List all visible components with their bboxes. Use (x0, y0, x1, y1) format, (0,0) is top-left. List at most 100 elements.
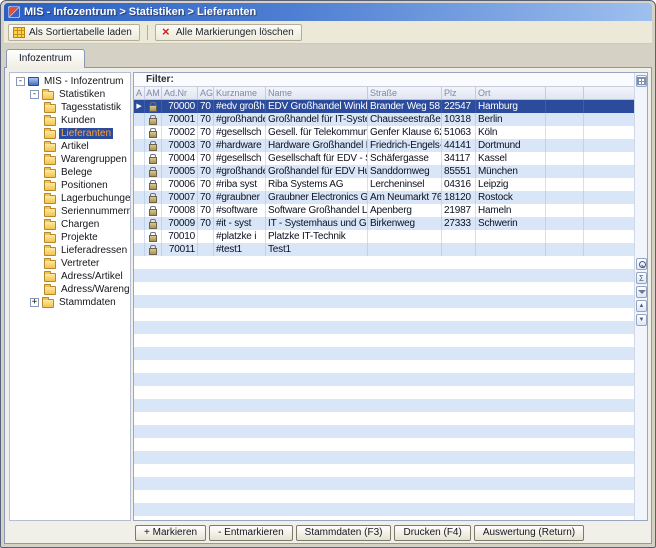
cell-ort: Dortmund (476, 139, 546, 152)
entmarkieren-button[interactable]: - Entmarkieren (209, 525, 293, 541)
column-header-a[interactable]: A (134, 87, 145, 99)
row-pointer-icon (136, 100, 141, 113)
cell-blank (546, 152, 584, 165)
column-header-kurzname[interactable]: Kurzname (214, 87, 266, 99)
table-row[interactable]: 7000070#edv großhEDV Großhandel Winkler … (134, 100, 634, 113)
column-chooser-icon[interactable] (636, 75, 647, 87)
tree-item-seriennummern[interactable]: Seriennummern (10, 205, 130, 218)
table-row[interactable]: 7000670#riba systRiba Systems AGLercheni… (134, 178, 634, 191)
scroll-up-icon[interactable] (636, 300, 647, 312)
tree-item-kunden[interactable]: Kunden (10, 114, 130, 127)
column-header-ag[interactable]: AG (198, 87, 214, 99)
tree-item-artikel[interactable]: Artikel (10, 140, 130, 153)
column-header-adnr[interactable]: Ad.Nr (162, 87, 198, 99)
column-header-ort[interactable]: Ort (476, 87, 546, 99)
cell-ort: Rostock (476, 191, 546, 204)
tree-item-lieferadressen[interactable]: Lieferadressen (10, 244, 130, 257)
tree-expander-icon[interactable]: - (30, 90, 39, 99)
table-row[interactable]: 7000470#gesellschGesellschaft für EDV - … (134, 152, 634, 165)
row-lock-cell (145, 126, 162, 139)
scroll-down-icon[interactable] (636, 314, 647, 326)
search-icon[interactable] (636, 258, 647, 270)
tree-item-lieferanten[interactable]: Lieferanten (10, 127, 130, 140)
row-indicator-cell (134, 165, 145, 178)
column-header-strasse[interactable]: Straße (368, 87, 442, 99)
tree-item-adress-artikel[interactable]: Adress/Artikel (10, 270, 130, 283)
clear-marks-button[interactable]: Alle Markierungen löschen (155, 24, 302, 41)
cell-strasse: Brander Weg 58 (368, 100, 442, 113)
tree-item-statistiken[interactable]: -Statistiken (10, 88, 130, 101)
cell-ag: 70 (198, 113, 214, 126)
tree-expander-icon[interactable]: - (16, 77, 25, 86)
tree-item-belege[interactable]: Belege (10, 166, 130, 179)
tree-item-positionen[interactable]: Positionen (10, 179, 130, 192)
folder-icon (44, 143, 56, 152)
row-lock-cell (145, 230, 162, 243)
tree-item-stammdaten[interactable]: +Stammdaten (10, 296, 130, 309)
auswertung-button[interactable]: Auswertung (Return) (474, 525, 584, 541)
tree-item-tagesstatistik[interactable]: Tagesstatistik (10, 101, 130, 114)
row-lock-cell (145, 178, 162, 191)
cell-plz: 21987 (442, 204, 476, 217)
tab-label: Infozentrum (19, 53, 72, 64)
row-indicator-cell (134, 139, 145, 152)
lock-icon (149, 141, 157, 151)
grid-empty-row (134, 412, 634, 425)
filter-icon[interactable] (636, 286, 647, 298)
sum-icon[interactable] (636, 272, 647, 284)
folder-icon (44, 260, 56, 269)
cell-strasse (368, 243, 442, 256)
cell-strasse: Genfer Klause 62 (368, 126, 442, 139)
tree-item-adress-warengruppen[interactable]: Adress/Warengruppen (10, 283, 130, 296)
table-row[interactable]: 7000370#hardwareHardware Großhandel Dort… (134, 139, 634, 152)
markieren-button[interactable]: + Markieren (135, 525, 206, 541)
folder-icon (44, 286, 56, 295)
table-row[interactable]: 7000170#großhandeGroßhandel für IT-Syste… (134, 113, 634, 126)
grid-filter-row[interactable]: Filter: (134, 73, 634, 87)
table-row[interactable]: 7000970#it - systIT - Systemhaus und Gro… (134, 217, 634, 230)
table-row[interactable]: 7000270#gesellschGesell. für Telekommuni… (134, 126, 634, 139)
tree-expander-icon[interactable]: + (30, 298, 39, 307)
tree-item-mis-infozentrum[interactable]: -MIS - Infozentrum (10, 75, 130, 88)
cell-filler (584, 152, 634, 165)
tree-item-warengruppen[interactable]: Warengruppen (10, 153, 130, 166)
tree-item-projekte[interactable]: Projekte (10, 231, 130, 244)
column-header-am[interactable]: AM (145, 87, 162, 99)
column-header-plz[interactable]: Plz (442, 87, 476, 99)
tab-infozentrum[interactable]: Infozentrum (6, 49, 85, 68)
tree-item-vertreter[interactable]: Vertreter (10, 257, 130, 270)
grid-empty-row (134, 360, 634, 373)
column-header-blank[interactable] (546, 87, 584, 99)
drucken-button[interactable]: Drucken (F4) (394, 525, 470, 541)
row-indicator-cell (134, 243, 145, 256)
cell-adnr: 70005 (162, 165, 198, 178)
cell-name: Software Großhandel Lübke AG (266, 204, 368, 217)
cell-blank (546, 165, 584, 178)
suppliers-grid: Filter: AAMAd.NrAGKurznameNameStraßePlzO… (133, 72, 648, 521)
window-title: MIS - Infozentrum > Statistiken > Liefer… (24, 6, 256, 18)
title-bar[interactable]: MIS - Infozentrum > Statistiken > Liefer… (4, 3, 652, 21)
tree-item-lagerbuchungen[interactable]: Lagerbuchungen (10, 192, 130, 205)
cell-ort: Hamburg (476, 100, 546, 113)
table-row[interactable]: 70010#platzke iPlatzke IT-Technik (134, 230, 634, 243)
tree-item-label: Positionen (59, 180, 110, 191)
folder-icon (44, 104, 56, 113)
row-indicator-cell (134, 191, 145, 204)
tree-item-chargen[interactable]: Chargen (10, 218, 130, 231)
cell-name: Gesell. für Telekommunikation (266, 126, 368, 139)
table-row[interactable]: 7000770#graubnerGraubner Electronics Gmb… (134, 191, 634, 204)
column-header-name[interactable]: Name (266, 87, 368, 99)
tree-item-label: Warengruppen (59, 154, 129, 165)
table-row[interactable]: 7000570#großhandeGroßhandel für EDV Hutn… (134, 165, 634, 178)
computer-icon (28, 77, 39, 86)
table-row[interactable]: 7000870#softwareSoftware Großhandel Lübk… (134, 204, 634, 217)
grid-empty-row (134, 399, 634, 412)
cell-strasse: Lercheninsel (368, 178, 442, 191)
table-row[interactable]: 70011#test1Test1 (134, 243, 634, 256)
lock-icon (149, 219, 157, 229)
cell-name: IT - Systemhaus und Großhandel (266, 217, 368, 230)
row-lock-cell (145, 204, 162, 217)
load-sort-table-button[interactable]: Als Sortiertabelle laden (8, 24, 140, 41)
stammdaten-button[interactable]: Stammdaten (F3) (296, 525, 392, 541)
grid-empty-row (134, 438, 634, 451)
